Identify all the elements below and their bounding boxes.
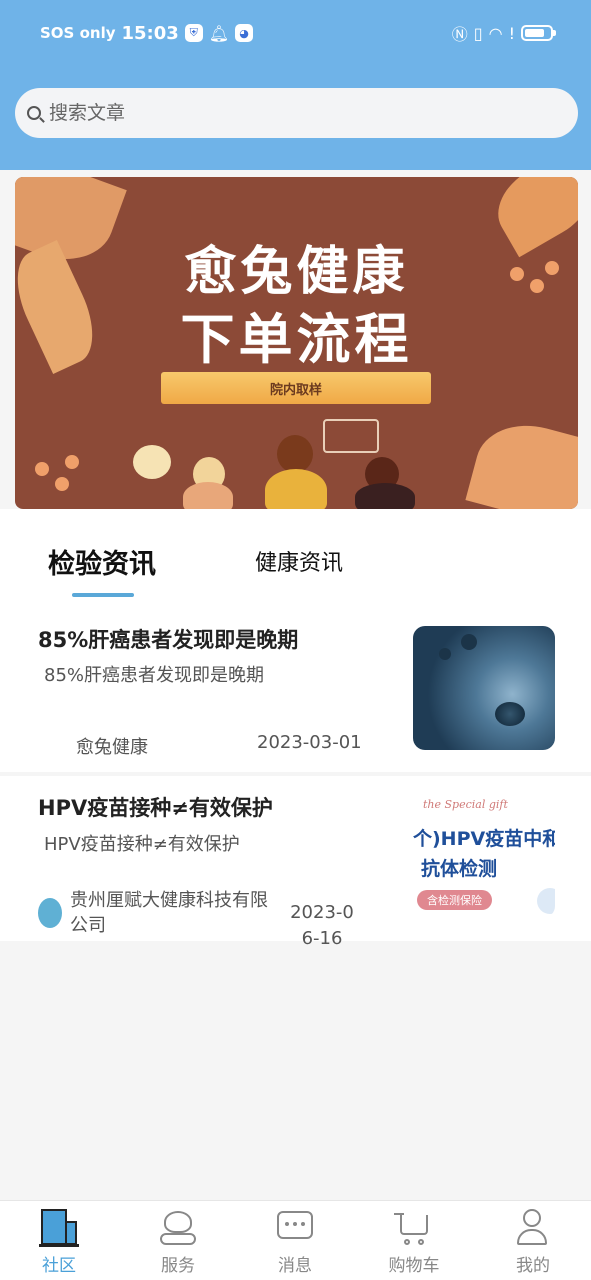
status-bar: SOS only 15:03 ⛨ 🔔︎ ◕ Ⓝ ▯ ◠ ! xyxy=(0,0,591,66)
nav-label: 购物车 xyxy=(388,1256,440,1276)
nav-cart[interactable]: 购物车 xyxy=(364,1207,464,1276)
clock: 15:03 xyxy=(121,22,179,44)
cell-cluster-icon xyxy=(461,634,477,650)
thumb-gift-text: the Special gift xyxy=(423,798,508,811)
search-input[interactable] xyxy=(49,102,529,124)
berry-decoration xyxy=(35,462,49,476)
community-building-icon xyxy=(39,1207,79,1247)
bottom-nav: 社区 服务 消息 购物车 我的 xyxy=(0,1200,591,1280)
alert-icon: ! xyxy=(508,23,515,43)
wifi-icon: ◠ xyxy=(488,23,503,43)
article-thumbnail: the Special gift 个)HPV疫苗中和 抗体检测 含检测保险 xyxy=(413,794,555,918)
user-icon xyxy=(513,1207,553,1247)
article-date: 2023-03-01 xyxy=(257,732,362,753)
article-author: 愈兔健康 xyxy=(76,737,148,758)
person-3 xyxy=(355,483,415,509)
nav-profile[interactable]: 我的 xyxy=(483,1207,583,1276)
leaf-decoration xyxy=(465,413,578,509)
promo-banner[interactable]: 愈兔健康 下单流程 院内取样 xyxy=(15,177,578,509)
article-date: 2023-06-16 xyxy=(290,902,354,949)
nav-service[interactable]: 服务 xyxy=(128,1207,228,1276)
article-card[interactable]: HPV疫苗接种≠有效保护 HPV疫苗接种≠有效保护 贵州厘赋大健康科技有限公司 … xyxy=(0,776,591,949)
berry-decoration xyxy=(65,455,79,469)
bell-icon: 🔔︎ xyxy=(208,23,230,43)
shield-icon: ⛨ xyxy=(184,24,203,42)
vibrate-icon: ▯ xyxy=(473,23,483,43)
thumb-line1: 个)HPV疫苗中和 xyxy=(413,828,555,850)
status-right: Ⓝ ▯ ◠ ! xyxy=(451,20,556,46)
cell-cluster-icon xyxy=(495,702,525,726)
nav-label: 社区 xyxy=(42,1256,76,1276)
tab-inspection-news[interactable]: 检验资讯 xyxy=(48,542,156,581)
thumb-line2: 抗体检测 xyxy=(421,858,498,880)
article-card[interactable]: 85%肝癌患者发现即是晚期 85%肝癌患者发现即是晚期 愈兔健康 2023-03… xyxy=(0,606,591,772)
search-icon xyxy=(27,106,41,120)
person-1 xyxy=(183,482,233,509)
nav-label: 服务 xyxy=(161,1256,195,1276)
berry-decoration xyxy=(55,477,69,491)
heart-monitor-icon xyxy=(133,445,171,479)
banner-title-line1: 愈兔健康 xyxy=(184,242,409,302)
speech-bubble-icon xyxy=(323,419,379,453)
article-summary: 85%肝癌患者发现即是晚期 xyxy=(44,665,265,686)
article-tabs: 检验资讯 健康资讯 xyxy=(0,509,591,606)
article-thumbnail xyxy=(413,626,555,750)
article-title: 85%肝癌患者发现即是晚期 xyxy=(38,628,299,652)
cell-cluster-icon xyxy=(439,648,451,660)
network-status: SOS only xyxy=(40,24,116,42)
person-2-head xyxy=(277,435,313,473)
search-bar[interactable] xyxy=(15,88,578,138)
nfc-icon: Ⓝ xyxy=(451,25,468,44)
cart-icon xyxy=(394,1207,434,1247)
status-left: SOS only 15:03 ⛨ 🔔︎ ◕ xyxy=(40,20,254,46)
nav-messages[interactable]: 消息 xyxy=(245,1207,345,1276)
battery-icon xyxy=(521,25,556,41)
nav-label: 消息 xyxy=(278,1256,312,1276)
chat-bubble-icon xyxy=(275,1207,315,1247)
thumb-circle-decoration xyxy=(537,888,555,914)
thumb-badge: 含检测保险 xyxy=(417,890,492,910)
app-icon: ◕ xyxy=(235,24,254,42)
person-2 xyxy=(265,469,327,509)
header: SOS only 15:03 ⛨ 🔔︎ ◕ Ⓝ ▯ ◠ ! xyxy=(0,0,591,170)
company-avatar xyxy=(38,898,62,928)
heart-hands-icon xyxy=(158,1207,198,1247)
battery-fill xyxy=(525,29,544,37)
banner-tag: 院内取样 xyxy=(161,372,431,404)
nav-label: 我的 xyxy=(516,1256,550,1276)
article-author: 贵州厘赋大健康科技有限公司 xyxy=(70,890,268,936)
nav-community[interactable]: 社区 xyxy=(9,1207,109,1276)
tab-health-news[interactable]: 健康资讯 xyxy=(255,545,343,577)
active-tab-indicator xyxy=(72,593,134,597)
article-title: HPV疫苗接种≠有效保护 xyxy=(38,796,273,820)
article-summary: HPV疫苗接种≠有效保护 xyxy=(44,834,240,855)
banner-title-line2: 下单流程 xyxy=(180,308,413,371)
